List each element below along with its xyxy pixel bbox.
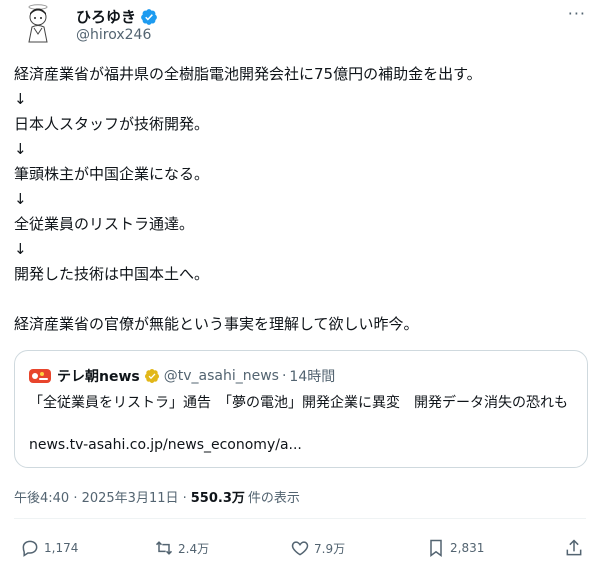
tweet-line [14,287,586,312]
reply-icon [22,540,38,557]
quoted-tweet-card[interactable]: テレ朝news @tv_asahi_news · 14時間 「全従業員をリストラ… [14,350,588,468]
repost-count: 2.4万 [178,541,210,556]
view-count: 550.3万 [190,491,245,506]
tweet-line: ↓ [14,90,27,108]
quote-text: 「全従業員をリストラ」通告 「夢の電池」開発企業に異変 開発データ消失の恐れも [29,395,568,411]
tweet-line: 経済産業省の官僚が無能という事実を理解して欲しい昨今。 [14,315,419,333]
quote-source-handle: @tv_asahi_news [163,368,279,384]
tv-asahi-logo-icon [29,369,51,383]
heart-icon [291,541,309,556]
view-count-label: 件の表示 [247,491,300,506]
quote-link[interactable]: news.tv-asahi.co.jp/news_economy/a... [29,437,302,453]
tweet-line: 日本人スタッフが技術開発。 [14,115,210,133]
author-handle[interactable]: @hirox246 [76,27,151,43]
tweet-line: 開発した技術は中国本土へ。 [14,265,210,283]
tweet-line: 全従業員のリストラ通達。 [14,215,195,233]
tweet-header: ひろゆき @hirox246 ··· [14,2,586,48]
repost-icon [155,541,173,555]
bookmark-button[interactable]: 2,831 [426,538,484,558]
quote-time: 14時間 [289,369,336,385]
tweet-text: 経済産業省が福井県の全樹脂電池開発会社に75億円の補助金を出す。 ↓ 日本人スタ… [14,62,586,337]
more-options-button[interactable]: ··· [568,4,586,23]
verified-badge-icon [141,8,157,25]
bookmark-icon [430,539,442,557]
bookmark-count: 2,831 [450,541,485,555]
divider [14,518,586,519]
action-bar: 1,174 2.4万 7.9万 2,831 [14,538,586,562]
verified-gold-badge-icon [144,369,159,383]
reply-button[interactable]: 1,174 [20,538,78,558]
tweet-meta: 午後4:40 · 2025年3月11日 · 550.3万 件の表示 [14,487,300,506]
avatar[interactable] [18,2,58,46]
tweet-line: ↓ [14,190,27,208]
reply-count: 1,174 [44,541,79,555]
tweet-line: ↓ [14,240,27,258]
quote-separator: · [281,368,287,384]
like-button[interactable]: 7.9万 [290,538,345,558]
tweet-timestamp[interactable]: 午後4:40 · 2025年3月11日 · [14,487,187,506]
repost-button[interactable]: 2.4万 [154,538,209,558]
share-button[interactable] [564,538,588,558]
share-icon [566,539,582,556]
tweet-line: 経済産業省が福井県の全樹脂電池開発会社に75億円の補助金を出す。 [14,65,482,83]
author-name[interactable]: ひろゆき [76,6,136,27]
quote-source-name: テレ朝news [57,369,140,385]
like-count: 7.9万 [314,541,346,556]
tweet-line: 筆頭株主が中国企業になる。 [14,165,210,183]
tweet-line: ↓ [14,140,27,158]
